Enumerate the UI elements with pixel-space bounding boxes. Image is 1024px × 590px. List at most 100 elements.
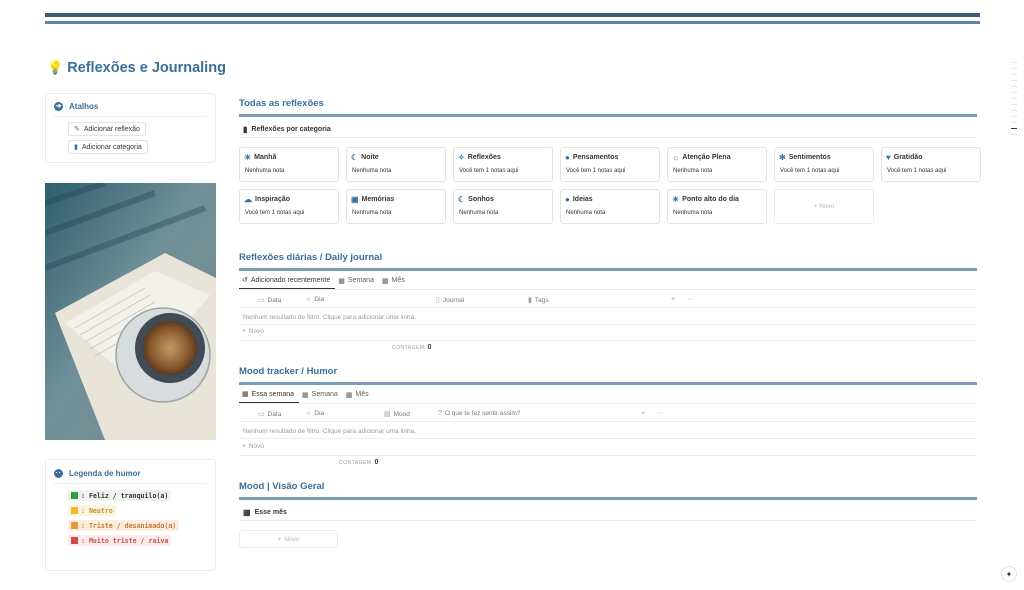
bulb-icon: ● <box>565 195 570 204</box>
header-bar-dark <box>45 13 980 17</box>
column-journal[interactable]: ▯ Journal <box>436 296 465 305</box>
tab-this-week[interactable]: ▦ Essa semana <box>239 389 300 403</box>
column-label: Dia <box>314 410 325 417</box>
view-label: Reflexões por categoria <box>251 126 331 133</box>
plus-icon: + <box>277 535 282 543</box>
mood-overview-title: Mood | Visão Geral <box>239 481 325 492</box>
add-category-button[interactable]: ▮ Adicionar categoria <box>68 140 148 154</box>
daily-tabs: ↺ Adicionado recentemente ▦ Semana ▦ Mês <box>239 276 977 290</box>
category-note-count: Nenhuma nota <box>352 168 392 174</box>
count-summary: CONTAGEM 0 <box>339 459 378 466</box>
sun-icon: ☼ <box>305 296 312 303</box>
view-tab-this-month[interactable]: ▦ Esse mês <box>239 505 977 521</box>
category-card[interactable]: ✻ Sentimentos Você tem 1 notas aqui <box>774 147 874 182</box>
category-name: Manhã <box>254 154 277 161</box>
category-title: ● Ideias <box>565 195 593 204</box>
lightbulb-icon: 💡 <box>47 60 64 75</box>
category-name: Gratidão <box>893 154 923 161</box>
open-book-icon: ▯ <box>436 297 440 304</box>
header-bar-light <box>45 21 980 24</box>
color-swatch <box>71 537 78 544</box>
heart-icon: ♥ <box>886 153 891 162</box>
plus-icon: + <box>242 328 246 335</box>
table-divider <box>239 455 977 456</box>
category-card[interactable]: ♥ Gratidão Você tem 1 notas aqui <box>881 147 981 182</box>
book-icon: ▮ <box>74 144 78 151</box>
column-label: Dia <box>314 296 325 303</box>
column-label: Journal <box>442 296 465 304</box>
new-item-button[interactable]: + Novo <box>239 530 338 548</box>
category-title: ☾ Sonhos <box>458 195 494 204</box>
tab-label: Adicionado recentemente <box>250 276 331 284</box>
category-card[interactable]: ☾ Noite Nenhuma nota <box>346 147 446 182</box>
tab-month[interactable]: ▦ Mês <box>343 389 374 403</box>
column-date[interactable]: ▭ Data <box>258 410 281 419</box>
new-category-card-button[interactable]: + Novo <box>774 189 874 224</box>
category-note-count: Nenhuma nota <box>245 168 285 174</box>
column-date[interactable]: ▭ Data <box>258 296 281 305</box>
tab-week[interactable]: ▦ Semana <box>299 389 343 403</box>
table-divider <box>239 340 977 341</box>
category-card[interactable]: ✧ Reflexões Você tem 1 notas aqui <box>453 147 553 182</box>
plus-icon: + <box>641 410 646 417</box>
shortcuts-header: ➔ Atalhos <box>46 94 215 111</box>
section-bar <box>239 268 977 271</box>
daily-column-headers: ▭ Data ☼ Dia ▯ Journal ▮ Tags + ··· <box>239 294 977 308</box>
category-card[interactable]: ☀ Ponto alto do dia Nenhuma nota <box>667 189 767 224</box>
add-reflection-button[interactable]: ✎ Adicionar reflexão <box>68 122 146 136</box>
history-icon: ↺ <box>242 277 248 284</box>
sparkles-icon: ✧ <box>458 153 465 162</box>
category-card[interactable]: ☀ Manhã Nenhuma nota <box>239 147 339 182</box>
tab-recently-added[interactable]: ↺ Adicionado recentemente <box>239 275 336 289</box>
cloud-icon: ☁ <box>244 195 252 204</box>
column-day[interactable]: ☼ Dia <box>305 296 324 303</box>
new-row-button[interactable]: + Novo <box>242 328 264 335</box>
new-row-button[interactable]: + Novo <box>242 443 264 450</box>
column-label: Mood <box>393 410 410 418</box>
empty-filter-row[interactable]: Nenhum resultado de filtro. Clique para … <box>239 424 977 439</box>
page-title[interactable]: 💡 Reflexões e Journaling <box>47 60 226 76</box>
add-column-button[interactable]: + <box>671 296 675 303</box>
tab-week[interactable]: ▦ Semana <box>335 275 379 289</box>
new-row-label: Novo <box>248 328 264 335</box>
category-name: Memórias <box>361 196 395 203</box>
outline-tick <box>1011 134 1017 135</box>
category-card[interactable]: ☼ Atenção Plena Nenhuma nota <box>667 147 767 182</box>
column-day[interactable]: ☼ Dia <box>305 410 324 417</box>
add-column-button[interactable]: + <box>641 410 645 417</box>
calendar-icon: ▭ <box>258 411 265 418</box>
category-name: Ideias <box>572 196 593 203</box>
more-options-button[interactable]: ··· <box>687 296 694 303</box>
mood-tracker-title: Mood tracker / Humor <box>239 366 338 377</box>
more-icon: ··· <box>687 296 694 303</box>
category-name: Sonhos <box>468 196 494 203</box>
calendar-icon: ▦ <box>381 277 389 285</box>
outline-tick <box>1011 86 1017 87</box>
outline-tick <box>1011 116 1017 117</box>
page-outline-ticks[interactable] <box>1011 62 1017 140</box>
category-card[interactable]: ● Ideias Nenhuma nota <box>560 189 660 224</box>
column-tags[interactable]: ▮ Tags <box>528 296 549 305</box>
category-card[interactable]: ▣ Memórias Nenhuma nota <box>346 189 446 224</box>
category-title: ☾ Noite <box>351 153 379 162</box>
category-card[interactable]: ☾ Sonhos Nenhuma nota <box>453 189 553 224</box>
bulb-icon: ● <box>565 153 570 162</box>
sun-icon: ☼ <box>305 410 312 417</box>
tab-label: Mês <box>355 391 369 398</box>
category-card[interactable]: ● Pensamentos Você tem 1 notas aqui <box>560 147 660 182</box>
view-tab-by-category[interactable]: ▮ Reflexões por categoria <box>239 122 977 138</box>
moon-icon: ☾ <box>458 195 466 204</box>
category-card[interactable]: ☁ Inspiração Você tem 1 notas aqui <box>239 189 339 224</box>
empty-filter-row[interactable]: Nenhum resultado de filtro. Clique para … <box>239 310 977 325</box>
column-mood[interactable]: ▤ Mood <box>384 410 410 419</box>
ai-sparkle-button[interactable]: ✦ <box>1001 566 1017 582</box>
more-options-button[interactable]: ··· <box>657 410 664 417</box>
column-reason[interactable]: ? O que te fez sentir assim? <box>438 410 520 417</box>
category-title: ✻ Sentimentos <box>779 153 831 162</box>
tab-month[interactable]: ▦ Mês <box>379 275 410 289</box>
category-note-count: Você tem 1 notas aqui <box>566 168 626 174</box>
outline-tick <box>1011 98 1017 99</box>
category-name: Noite <box>361 154 379 161</box>
calendar-icon: ▦ <box>338 277 345 285</box>
mood-column-headers: ▭ Data ☼ Dia ▤ Mood ? O que te fez senti… <box>239 408 977 422</box>
